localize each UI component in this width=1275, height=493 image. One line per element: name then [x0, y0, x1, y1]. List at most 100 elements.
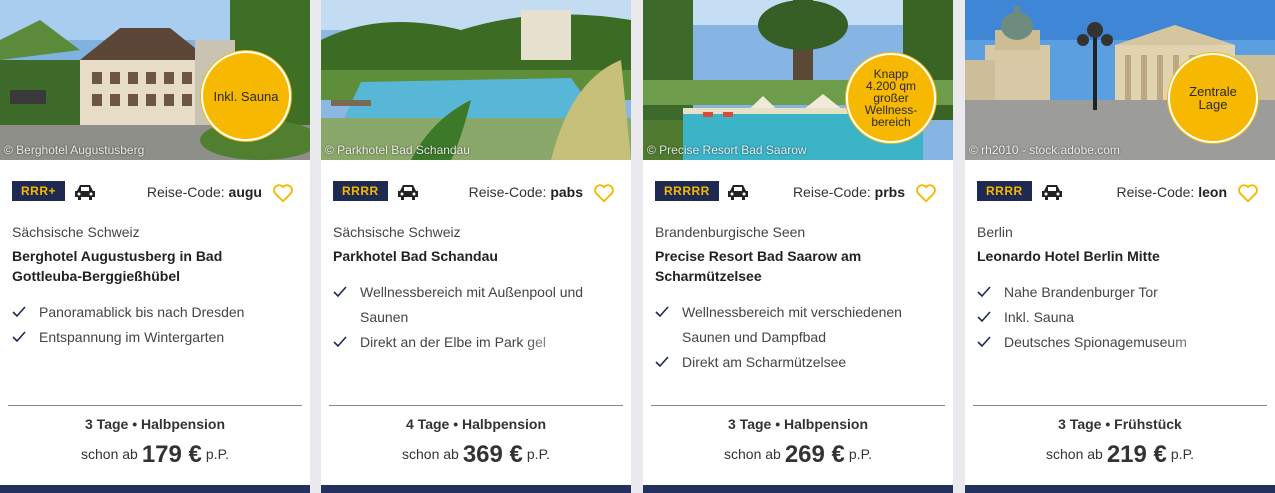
- heart-icon[interactable]: [915, 182, 937, 204]
- highlight-badge: Inkl. Sauna: [201, 51, 291, 141]
- check-icon: [333, 286, 347, 298]
- hotel-card-augu[interactable]: © Berghotel Augustusberg Inkl. Sauna RRR…: [0, 0, 310, 493]
- travel-code: Reise-Code: pabs: [469, 184, 583, 200]
- hotel-name[interactable]: Leonardo Hotel Berlin Mitte: [977, 246, 1247, 266]
- feature-text: Nahe Brandenburger Tor: [1004, 284, 1158, 300]
- price-amount: 369 €: [462, 441, 523, 468]
- feature-text: Wellnessbereich mit Außenpool und Saunen: [360, 284, 584, 325]
- hotel-name[interactable]: Precise Resort Bad Saarow am Scharmützel…: [655, 246, 925, 286]
- travel-code-label: Reise-Code:: [146, 184, 225, 200]
- car-icon: [75, 185, 95, 200]
- travel-code-value: augu: [228, 184, 262, 200]
- hotel-photo[interactable]: © Berghotel Augustusberg Inkl. Sauna: [0, 0, 310, 160]
- travel-code-value: prbs: [874, 184, 905, 200]
- highlight-badge: Zentrale Lage: [1168, 53, 1258, 143]
- feature-text: Panoramablick bis nach Dresden: [39, 304, 245, 320]
- travel-code-value: pabs: [550, 184, 583, 200]
- travel-code-label: Reise-Code:: [1116, 184, 1195, 200]
- feature-item: Nahe Brandenburger Tor: [977, 280, 1257, 305]
- hotel-photo[interactable]: © Parkhotel Bad Schandau: [321, 0, 631, 160]
- heart-icon[interactable]: [272, 182, 294, 204]
- divider: [973, 405, 1267, 406]
- price-prefix: schon ab: [81, 446, 138, 462]
- card-footer-bar[interactable]: [643, 485, 953, 493]
- price-suffix: p.P.: [205, 446, 229, 462]
- check-icon: [12, 331, 26, 343]
- feature-item: Entspannung im Wintergarten: [12, 325, 304, 350]
- feature-item: Panoramablick bis nach Dresden: [12, 300, 304, 325]
- text-fade: [1165, 330, 1255, 356]
- hotel-photo[interactable]: © rh2010 - stock.adobe.com Zentrale Lage: [965, 0, 1275, 160]
- divider: [651, 405, 945, 406]
- badge-text: Inkl. Sauna: [213, 88, 279, 104]
- price-prefix: schon ab: [1046, 446, 1103, 462]
- price: schon ab 269 € p.P.: [643, 441, 953, 469]
- car-icon: [398, 185, 418, 200]
- divider: [8, 405, 302, 406]
- feature-item: Wellnessbereich mit verschiedenen Saunen…: [655, 300, 935, 350]
- price-prefix: schon ab: [724, 446, 781, 462]
- region: Berlin: [977, 224, 1013, 240]
- price-suffix: p.P.: [848, 446, 872, 462]
- feature-text: Wellnessbereich mit verschiedenen Saunen…: [682, 304, 902, 345]
- rating-badge: RRRR: [977, 181, 1032, 201]
- price-prefix: schon ab: [402, 446, 459, 462]
- feature-text: Direkt am Scharmützelsee: [682, 354, 847, 370]
- feature-item: Direkt am Scharmützelsee: [655, 350, 935, 375]
- feature-text: Inkl. Sauna: [1004, 309, 1075, 325]
- card-footer-bar[interactable]: [0, 485, 310, 493]
- card-footer-bar[interactable]: [965, 485, 1275, 493]
- price-amount: 179 €: [141, 441, 202, 468]
- hotel-photo[interactable]: © Precise Resort Bad Saarow Knapp 4.200 …: [643, 0, 953, 160]
- hotel-card-leon[interactable]: © rh2010 - stock.adobe.com Zentrale Lage…: [965, 0, 1275, 493]
- travel-code-label: Reise-Code:: [792, 184, 871, 200]
- hotel-card-pabs[interactable]: © Parkhotel Bad Schandau RRRR Reise-Code…: [321, 0, 631, 493]
- rating-badge: RRRRR: [655, 181, 719, 201]
- text-fade: [521, 330, 621, 356]
- travel-code: Reise-Code: augu: [147, 184, 262, 200]
- hotel-name[interactable]: Berghotel Augustusberg in Bad Gottleuba-…: [12, 246, 282, 286]
- region: Sächsische Schweiz: [12, 224, 140, 240]
- price-suffix: p.P.: [526, 446, 550, 462]
- check-icon: [977, 286, 991, 298]
- check-icon: [655, 356, 669, 368]
- rating-badge: RRRR: [333, 181, 388, 201]
- travel-code-value: leon: [1198, 184, 1227, 200]
- price: schon ab 219 € p.P.: [965, 441, 1275, 469]
- feature-list: Panoramablick bis nach Dresden Entspannu…: [12, 300, 304, 350]
- duration-board: 3 Tage • Frühstück: [1058, 416, 1182, 432]
- car-icon: [728, 185, 748, 200]
- region: Sächsische Schweiz: [333, 224, 461, 240]
- check-icon: [12, 306, 26, 318]
- duration-board: 3 Tage • Halbpension: [728, 416, 868, 432]
- feature-item: Inkl. Sauna: [977, 305, 1257, 330]
- heart-icon[interactable]: [1237, 182, 1259, 204]
- price-suffix: p.P.: [1170, 446, 1194, 462]
- card-footer-bar[interactable]: [321, 485, 631, 493]
- check-icon: [977, 311, 991, 323]
- check-icon: [655, 306, 669, 318]
- feature-text: Direkt an der Elbe im Park gel: [360, 334, 546, 350]
- rating-badge: RRR+: [12, 181, 66, 201]
- photo-credit: © Berghotel Augustusberg: [4, 143, 145, 157]
- travel-code: Reise-Code: leon: [1117, 184, 1228, 200]
- hotel-name[interactable]: Parkhotel Bad Schandau: [333, 246, 603, 266]
- hotel-card-prbs[interactable]: © Precise Resort Bad Saarow Knapp 4.200 …: [643, 0, 953, 493]
- divider: [329, 405, 623, 406]
- check-icon: [333, 336, 347, 348]
- heart-icon[interactable]: [593, 182, 615, 204]
- photo-credit: © Parkhotel Bad Schandau: [325, 143, 470, 157]
- highlight-badge: Knapp 4.200 qm großer Wellness-bereich: [846, 53, 936, 143]
- feature-text: Deutsches Spionagemuseum: [1004, 334, 1187, 350]
- region: Brandenburgische Seen: [655, 224, 806, 240]
- car-icon: [1042, 185, 1062, 200]
- duration-board: 3 Tage • Halbpension: [85, 416, 225, 432]
- badge-text: Knapp 4.200 qm großer Wellness-bereich: [864, 67, 918, 129]
- duration-board: 4 Tage • Halbpension: [406, 416, 546, 432]
- price-amount: 219 €: [1106, 441, 1167, 468]
- travel-code-label: Reise-Code:: [468, 184, 547, 200]
- feature-item: Wellnessbereich mit Außenpool und Saunen: [333, 280, 613, 330]
- price-amount: 269 €: [784, 441, 845, 468]
- feature-list: Wellnessbereich mit verschiedenen Saunen…: [655, 300, 935, 375]
- check-icon: [977, 336, 991, 348]
